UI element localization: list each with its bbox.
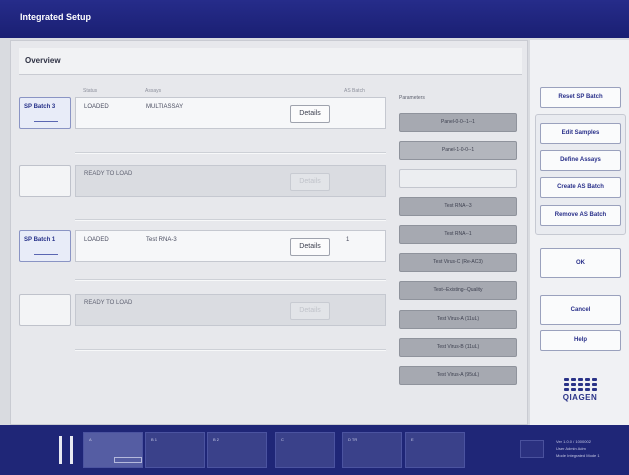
empty-slot[interactable] (19, 165, 71, 197)
details-button[interactable]: Details (290, 105, 330, 123)
parameter-button[interactable]: Panel-0-0--1--1 (399, 113, 517, 132)
cancel-button[interactable]: Cancel (540, 295, 621, 325)
row-divider (75, 219, 386, 221)
row-status: READY TO LOAD (84, 171, 133, 177)
title-bar: Integrated Setup (0, 0, 629, 38)
system-info-line: User Admin Adm (556, 446, 586, 451)
taskbar-slot[interactable]: B 1 (145, 432, 205, 468)
batch-row[interactable]: LOADED Test RNA-3 Details 1 (75, 230, 386, 262)
batch-row[interactable]: LOADED MULTIASSAY Details (75, 97, 386, 129)
status-indicator-icon (520, 440, 544, 458)
parameter-button[interactable]: Test Virus-C (Re-AC3) (399, 253, 517, 272)
taskbar-slot[interactable]: E (405, 432, 465, 468)
ok-button[interactable]: OK (540, 248, 621, 278)
parameter-button[interactable]: Panel-1-0-0--1 (399, 141, 517, 160)
row-divider (75, 349, 386, 351)
parameter-button[interactable] (399, 169, 517, 188)
logo-mark-icon (560, 378, 600, 391)
column-header-assays: Assays (145, 88, 162, 94)
system-info-line: Ver 1.0.0 / 1000002 (556, 439, 591, 444)
help-button[interactable]: Help (540, 330, 621, 351)
parameters-label: Parameters (399, 95, 425, 101)
taskbar-slot-label: E (411, 437, 414, 442)
taskbar-slot-label: B 1 (151, 437, 158, 442)
taskbar-slot[interactable]: A (83, 432, 143, 468)
parameter-button[interactable]: Test Virus-B (11uL) (399, 338, 517, 357)
row-as-batch: 1 (346, 237, 350, 243)
column-header-as-batch: AS Batch (344, 88, 365, 94)
taskbar-slot-label: B 2 (213, 437, 220, 442)
details-button[interactable]: Details (290, 302, 330, 320)
taskbar-slot[interactable]: C (275, 432, 335, 468)
parameter-button[interactable]: Test RNA--3 (399, 197, 517, 216)
row-assay: Test RNA-3 (146, 237, 177, 243)
taskbar-slot[interactable]: B 2 (207, 432, 267, 468)
row-status: LOADED (84, 104, 109, 110)
parameter-button[interactable]: Test Virus-A (11uL) (399, 310, 517, 329)
parameter-button[interactable]: Test RNA--1 (399, 225, 517, 244)
sp-batch-label: SP Batch 1 (24, 237, 56, 243)
batch-row[interactable]: READY TO LOAD Details (75, 165, 386, 197)
edit-samples-button[interactable]: Edit Samples (540, 123, 621, 144)
rack-icon (114, 457, 142, 463)
overview-header: Overview (19, 48, 522, 75)
reset-sp-batch-button[interactable]: Reset SP Batch (540, 87, 621, 108)
column-header-status: Status (83, 88, 98, 94)
create-as-batch-button[interactable]: Create AS Batch (540, 177, 621, 198)
qiagen-logo: QIAGEN (560, 378, 600, 402)
row-assay: MULTIASSAY (146, 104, 184, 110)
system-info: Ver 1.0.0 / 1000002 User Admin Adm Mode … (556, 438, 600, 459)
parameter-button[interactable]: Test Virus-A (95uL) (399, 366, 517, 385)
taskbar-slot[interactable]: D TR (342, 432, 402, 468)
row-status: LOADED (84, 237, 109, 243)
taskbar-slot-label: D TR (348, 437, 358, 442)
overview-title: Overview (25, 56, 61, 65)
system-info-line: Mode Integrated Mode 1 (556, 453, 600, 458)
details-button[interactable]: Details (290, 238, 330, 256)
define-assays-button[interactable]: Define Assays (540, 150, 621, 171)
taskbar-slot-label: A (89, 437, 92, 442)
logo-text: QIAGEN (562, 393, 598, 402)
remove-as-batch-button[interactable]: Remove AS Batch (540, 205, 621, 226)
window-title: Integrated Setup (20, 12, 92, 22)
taskbar-slot-label: C (281, 437, 284, 442)
sp-batch-slot[interactable]: SP Batch 1 (19, 230, 71, 262)
row-status: READY TO LOAD (84, 300, 133, 306)
row-divider (75, 279, 386, 281)
row-divider (75, 152, 386, 154)
batch-row[interactable]: READY TO LOAD Details (75, 294, 386, 326)
parameter-button[interactable]: Test--Existing--Quality (399, 281, 517, 300)
empty-slot[interactable] (19, 294, 71, 326)
sp-batch-label: SP Batch 3 (24, 104, 56, 110)
pause-icon[interactable] (51, 436, 81, 468)
details-button[interactable]: Details (290, 173, 330, 191)
sp-batch-slot[interactable]: SP Batch 3 (19, 97, 71, 129)
